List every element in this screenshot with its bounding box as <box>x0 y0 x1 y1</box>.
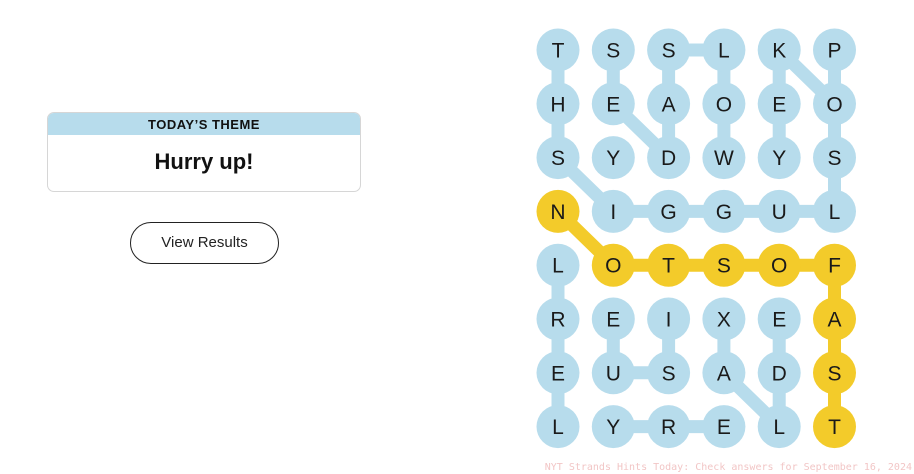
cell-letter: W <box>714 147 734 170</box>
letter-cell[interactable]: H <box>536 82 580 126</box>
letter-cell[interactable]: Y <box>591 136 635 180</box>
letter-cell[interactable]: R <box>536 297 580 341</box>
letter-cell[interactable]: E <box>702 405 746 449</box>
cell-letter: L <box>552 255 564 278</box>
cell-letter: D <box>772 362 787 385</box>
connection-path <box>551 43 841 218</box>
cell-letter: I <box>666 309 672 332</box>
cell-letter: O <box>771 255 787 278</box>
letter-cell[interactable]: S <box>591 28 635 72</box>
cell-letter: D <box>661 147 676 170</box>
cell-letter: E <box>772 309 786 332</box>
cell-letter: A <box>662 93 676 116</box>
letter-cell[interactable]: X <box>702 297 746 341</box>
letter-cell[interactable]: Y <box>757 136 801 180</box>
letter-cell[interactable]: W <box>702 136 746 180</box>
letter-cell[interactable]: S <box>813 136 856 180</box>
letter-cell[interactable]: L <box>813 189 856 233</box>
letter-cell[interactable]: E <box>591 297 635 341</box>
cell-letter: Y <box>606 416 620 439</box>
cell-letter: I <box>610 201 616 224</box>
letter-cell[interactable]: Y <box>591 405 635 449</box>
cell-letter: G <box>660 201 676 224</box>
cell-letter: K <box>772 40 786 63</box>
letter-cell[interactable]: K <box>757 28 801 72</box>
letter-cell[interactable]: L <box>702 28 746 72</box>
letter-cell[interactable]: D <box>647 136 691 180</box>
letter-cell[interactable]: T <box>536 28 580 72</box>
letter-cell[interactable]: O <box>702 82 746 126</box>
cell-letter: X <box>717 309 731 332</box>
letter-cell[interactable]: U <box>591 351 635 395</box>
cell-letter: H <box>550 93 565 116</box>
letter-cell[interactable]: T <box>813 405 856 449</box>
letter-cell[interactable]: O <box>591 243 635 287</box>
letter-cell[interactable]: L <box>757 405 801 449</box>
cell-letter: Y <box>772 147 786 170</box>
cell-letter: U <box>606 362 621 385</box>
letter-cell[interactable]: N <box>536 189 580 233</box>
cell-letter: T <box>662 255 675 278</box>
letter-cell[interactable]: S <box>702 243 746 287</box>
cell-letter: R <box>661 416 676 439</box>
cell-letter: O <box>605 255 621 278</box>
cell-letter: S <box>827 362 841 385</box>
letter-cell[interactable]: U <box>757 189 801 233</box>
cell-letter: S <box>551 147 565 170</box>
cell-letter: S <box>827 147 841 170</box>
letter-cell[interactable]: E <box>757 82 801 126</box>
cell-letter: R <box>550 309 565 332</box>
cell-letter: L <box>773 416 785 439</box>
cell-letter: O <box>826 93 842 116</box>
letter-cell[interactable]: O <box>757 243 801 287</box>
letter-cell[interactable]: D <box>757 351 801 395</box>
cell-letter: E <box>717 416 731 439</box>
cell-letter: E <box>551 362 565 385</box>
cell-letter: T <box>828 416 841 439</box>
letter-cell[interactable]: F <box>813 243 856 287</box>
watermark: NYT Strands Hints Today: Check answers f… <box>544 462 912 473</box>
letter-cell[interactable]: S <box>813 351 856 395</box>
letter-board: T S S L K P H E A O E O S Y D W Y S N I G G U L L O T S O F R E I X E A E U S A… <box>536 28 856 449</box>
cell-letter: F <box>828 255 841 278</box>
cell-letter: N <box>550 201 565 224</box>
cell-letter: O <box>716 93 732 116</box>
cell-letter: S <box>717 255 731 278</box>
letter-cell[interactable]: E <box>591 82 635 126</box>
cell-letter: S <box>662 362 676 385</box>
cell-letter: T <box>552 40 565 63</box>
cell-letter: P <box>827 40 841 63</box>
cell-letter: E <box>606 309 620 332</box>
letter-cell[interactable]: A <box>647 82 691 126</box>
cell-letter: S <box>606 40 620 63</box>
letter-cell[interactable]: A <box>702 351 746 395</box>
cell-letter: U <box>772 201 787 224</box>
cell-letter: A <box>827 309 841 332</box>
cell-letter: E <box>772 93 786 116</box>
letter-cell[interactable]: S <box>647 28 691 72</box>
letter-cell[interactable]: I <box>647 297 691 341</box>
letter-cell[interactable]: E <box>536 351 580 395</box>
letter-cell[interactable]: L <box>536 405 580 449</box>
cell-letter: A <box>717 362 731 385</box>
cell-letter: L <box>829 201 841 224</box>
letter-cell[interactable]: O <box>813 82 856 126</box>
letter-cell[interactable]: S <box>536 136 580 180</box>
letter-cell[interactable]: R <box>647 405 691 449</box>
cell-letter: Y <box>606 147 620 170</box>
cell-letter: G <box>716 201 732 224</box>
cell-letter: S <box>662 40 676 63</box>
letter-cell[interactable]: L <box>536 243 580 287</box>
letter-cell[interactable]: A <box>813 297 856 341</box>
cell-letter: L <box>718 40 730 63</box>
letter-cell[interactable]: G <box>647 189 691 233</box>
letter-cell[interactable]: S <box>647 351 691 395</box>
letter-cell[interactable]: P <box>813 28 856 72</box>
letter-cell[interactable]: I <box>591 189 635 233</box>
cell-letter: E <box>606 93 620 116</box>
letter-cell[interactable]: E <box>757 297 801 341</box>
cell-letter: L <box>552 416 564 439</box>
letter-cell[interactable]: T <box>647 243 691 287</box>
letter-cell[interactable]: G <box>702 189 746 233</box>
